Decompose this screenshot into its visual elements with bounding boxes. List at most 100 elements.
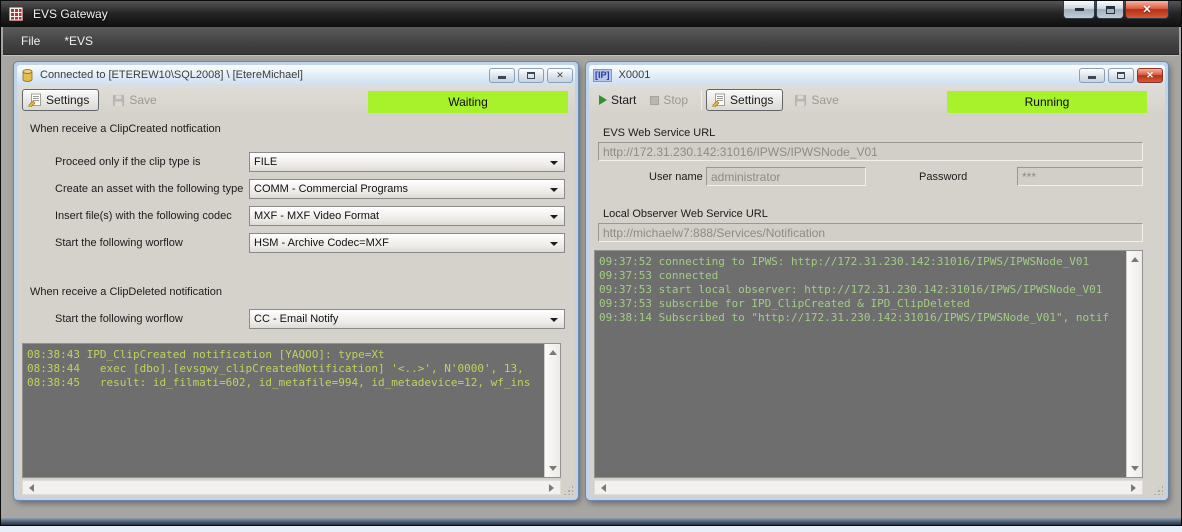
password-label: Password xyxy=(919,171,967,183)
menu-file[interactable]: File xyxy=(9,29,52,53)
connection-window-body: Settings Save Waiting When receive a Cli… xyxy=(17,85,575,497)
clip-deleted-heading: When receive a ClipDeleted notification xyxy=(30,286,222,298)
minimize-icon xyxy=(1088,76,1096,79)
deleted-workflow-combo[interactable]: CC - Email Notify xyxy=(249,309,565,329)
stop-icon xyxy=(650,96,659,105)
chevron-down-icon xyxy=(550,215,558,219)
scroll-left-icon xyxy=(601,484,606,492)
observer-url-input[interactable] xyxy=(598,223,1143,242)
resize-grip-icon[interactable] xyxy=(1152,484,1163,495)
left-log-text: 08:38:43 IPD_ClipCreated notification [Y… xyxy=(23,344,560,394)
evs-url-label: EVS Web Service URL xyxy=(603,127,715,139)
scroll-right-icon xyxy=(549,484,554,492)
codec-combo[interactable]: MXF - MXF Video Format xyxy=(249,206,565,226)
window-bottom-frame xyxy=(1,518,1181,525)
right-log-area[interactable]: 09:37:52 connecting to IPWS: http://172.… xyxy=(594,250,1143,478)
scroll-down-icon xyxy=(1131,466,1139,471)
settings-icon xyxy=(28,93,42,107)
observer-url-label: Local Observer Web Service URL xyxy=(603,208,768,220)
settings-button[interactable]: Settings xyxy=(22,89,99,111)
codec-label: Insert file(s) with the following codec xyxy=(55,210,232,222)
app-grid-icon xyxy=(9,7,23,21)
node-window: [IP] X0001 ✕ Start Stop xyxy=(586,62,1168,500)
left-log-vertical-scrollbar[interactable] xyxy=(544,344,560,477)
chevron-down-icon xyxy=(550,318,558,322)
resize-grip-icon[interactable] xyxy=(562,484,573,495)
start-button[interactable]: Start xyxy=(594,89,645,111)
main-titlebar[interactable]: EVS Gateway ✕ xyxy=(1,1,1181,27)
node-window-title: X0001 xyxy=(619,69,651,81)
toolbar-separator xyxy=(701,90,702,110)
node-window-titlebar[interactable]: [IP] X0001 ✕ xyxy=(589,65,1165,85)
codec-value: MXF - MXF Video Format xyxy=(254,210,379,222)
connection-window-titlebar[interactable]: Connected to [ETEREW10\SQL2008] \ [Etere… xyxy=(17,65,575,85)
clip-type-combo[interactable]: FILE xyxy=(249,152,565,172)
minimize-icon xyxy=(498,76,506,79)
right-log-text: 09:37:52 connecting to IPWS: http://172.… xyxy=(595,251,1142,329)
chevron-down-icon xyxy=(550,188,558,192)
right-horizontal-scrollbar[interactable] xyxy=(594,480,1143,495)
password-input[interactable] xyxy=(1017,167,1143,186)
scroll-right-icon xyxy=(1131,484,1136,492)
left-log-area[interactable]: 08:38:43 IPD_ClipCreated notification [Y… xyxy=(22,343,561,478)
settings-button-label: Settings xyxy=(730,93,773,107)
evs-url-input[interactable] xyxy=(598,142,1143,161)
maximize-icon xyxy=(1117,72,1125,79)
save-button-label: Save xyxy=(129,93,156,107)
maximize-icon xyxy=(1106,6,1115,14)
close-icon: ✕ xyxy=(556,70,564,81)
deleted-workflow-value: CC - Email Notify xyxy=(254,313,338,325)
child-close-button[interactable]: ✕ xyxy=(1137,68,1163,83)
scroll-down-icon xyxy=(549,466,557,471)
settings-button-label: Settings xyxy=(46,93,89,107)
settings-button[interactable]: Settings xyxy=(706,89,783,111)
main-close-button[interactable]: ✕ xyxy=(1125,1,1169,19)
chevron-down-icon xyxy=(550,242,558,246)
asset-type-label: Create an asset with the following type xyxy=(55,183,243,195)
save-icon xyxy=(794,94,807,107)
workflow-combo[interactable]: HSM - Archive Codec=MXF xyxy=(249,233,565,253)
database-icon xyxy=(22,69,33,82)
asset-type-combo[interactable]: COMM - Commercial Programs xyxy=(249,179,565,199)
stop-button-label: Stop xyxy=(663,93,688,107)
stop-button[interactable]: Stop xyxy=(645,89,697,111)
save-icon xyxy=(112,94,125,107)
app-title: EVS Gateway xyxy=(33,7,108,21)
child-close-button[interactable]: ✕ xyxy=(547,68,573,83)
save-button[interactable]: Save xyxy=(789,89,847,111)
menu-bar: File *EVS xyxy=(3,27,1179,55)
child-minimize-button[interactable] xyxy=(1079,68,1105,83)
clip-created-heading: When receive a ClipCreated notfication xyxy=(30,123,221,135)
close-icon: ✕ xyxy=(1146,70,1154,81)
asset-type-value: COMM - Commercial Programs xyxy=(254,183,408,195)
main-minimize-button[interactable] xyxy=(1063,1,1095,19)
left-horizontal-scrollbar[interactable] xyxy=(22,480,561,495)
child-maximize-button[interactable] xyxy=(1108,68,1134,83)
minimize-icon xyxy=(1075,8,1084,11)
connection-window-title: Connected to [ETEREW10\SQL2008] \ [Etere… xyxy=(40,69,303,81)
main-maximize-button[interactable] xyxy=(1096,1,1124,19)
close-icon: ✕ xyxy=(1142,3,1151,16)
clip-type-value: FILE xyxy=(254,156,277,168)
child-maximize-button[interactable] xyxy=(518,68,544,83)
save-button[interactable]: Save xyxy=(107,89,165,111)
maximize-icon xyxy=(527,72,535,79)
play-icon xyxy=(599,95,607,105)
connection-window: Connected to [ETEREW10\SQL2008] \ [Etere… xyxy=(14,62,578,500)
node-window-body: Start Stop Settings xyxy=(589,85,1165,497)
deleted-workflow-label: Start the following worflow xyxy=(55,313,183,325)
scroll-up-icon xyxy=(549,350,557,355)
scroll-left-icon xyxy=(29,484,34,492)
menu-evs[interactable]: *EVS xyxy=(52,29,105,53)
ip-icon: [IP] xyxy=(593,69,612,82)
scroll-up-icon xyxy=(1131,257,1139,262)
workflow-label: Start the following worflow xyxy=(55,237,183,249)
settings-icon xyxy=(712,93,726,107)
child-minimize-button[interactable] xyxy=(489,68,515,83)
right-status-badge: Running xyxy=(947,91,1147,113)
chevron-down-icon xyxy=(550,161,558,165)
right-log-vertical-scrollbar[interactable] xyxy=(1126,251,1142,477)
username-label: User name xyxy=(649,171,703,183)
username-input[interactable] xyxy=(706,167,866,186)
start-button-label: Start xyxy=(611,93,636,107)
